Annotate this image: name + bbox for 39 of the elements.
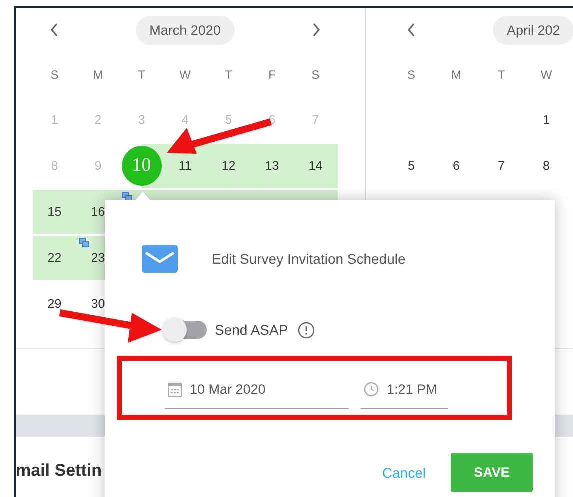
weekday-label: F — [268, 68, 276, 82]
info-icon — [298, 322, 316, 338]
calendar-icon — [168, 382, 182, 397]
day-number[interactable]: 7 — [498, 159, 505, 173]
weekday-label: W — [180, 68, 191, 82]
day-number[interactable]: 13 — [265, 159, 280, 173]
day-number[interactable]: 15 — [48, 205, 62, 219]
day-number[interactable]: 23 — [91, 251, 106, 265]
weekday-label: W — [540, 68, 552, 82]
previous-month-icon[interactable] — [406, 22, 418, 38]
weekday-label: T — [138, 68, 146, 82]
weekday-label: S — [407, 68, 416, 82]
day-number[interactable]: 22 — [48, 251, 62, 265]
weekday-label: T — [225, 68, 232, 82]
day-number[interactable]: 12 — [222, 159, 236, 173]
popup-title: Edit Survey Invitation Schedule — [212, 251, 406, 267]
date-field[interactable]: 10 Mar 2020 — [165, 371, 349, 409]
weekday-label: M — [452, 68, 462, 82]
month-title[interactable]: March 2020 — [136, 16, 235, 44]
weekday-label: S — [312, 68, 320, 82]
section-heading: mail Settin — [16, 461, 102, 481]
day-number[interactable]: 30 — [91, 297, 106, 311]
weekday-label: T — [498, 68, 506, 82]
mail-icon — [142, 245, 178, 273]
day-number[interactable]: 11 — [178, 159, 192, 173]
time-field[interactable]: 1:21 PM — [361, 371, 448, 409]
day-number[interactable]: 29 — [48, 297, 62, 311]
day-number[interactable]: 1 — [543, 113, 550, 127]
day-number[interactable]: 14 — [308, 159, 323, 173]
weekday-label: M — [93, 68, 104, 82]
month-title[interactable]: April 202 — [493, 16, 573, 44]
toggle-label: Send ASAP — [215, 322, 288, 338]
day-number[interactable]: 8 — [543, 159, 550, 173]
clock-icon — [364, 382, 379, 397]
day-number[interactable]: 5 — [408, 159, 415, 173]
weekday-label: S — [50, 68, 59, 82]
send-asap-toggle[interactable] — [165, 321, 207, 339]
day-number[interactable]: 6 — [453, 159, 460, 173]
day-number[interactable]: 16 — [91, 205, 106, 219]
